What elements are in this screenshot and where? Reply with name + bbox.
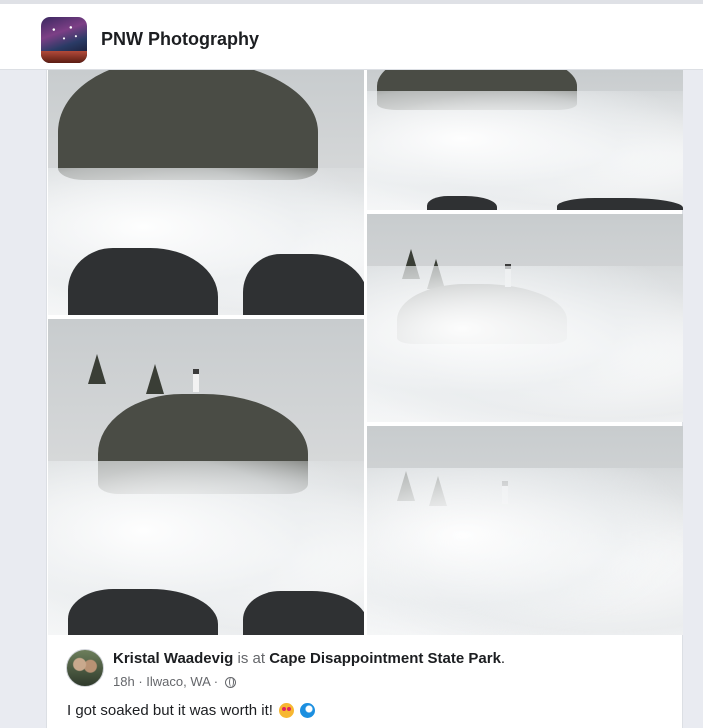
wave-spray (367, 266, 683, 422)
photo-1[interactable] (48, 70, 364, 315)
author-name-link[interactable]: Kristal Waadevig (113, 650, 233, 667)
location-link[interactable]: Cape Disappointment State Park (269, 650, 501, 667)
avatar[interactable] (66, 649, 104, 687)
photo-4[interactable] (48, 319, 364, 635)
foreground-rock (243, 591, 364, 635)
photo-5[interactable] (367, 426, 683, 635)
byline: Kristal Waadevig is at Cape Disappointme… (113, 650, 505, 667)
period: . (500, 650, 506, 667)
wave-spray (367, 467, 683, 635)
tree (146, 364, 164, 394)
group-avatar[interactable] (41, 17, 87, 63)
photo-2[interactable] (367, 70, 683, 210)
heart-eyes-emoji-icon (279, 703, 295, 718)
timestamp-link[interactable]: 18h (113, 674, 135, 689)
foreground-rock (427, 196, 497, 210)
lighthouse (193, 369, 199, 392)
sea-stack (58, 70, 318, 180)
wave-spray (367, 91, 683, 210)
tree (88, 354, 106, 384)
globe-icon[interactable] (224, 677, 236, 688)
post-meta: 18h · Ilwaco, WA · (113, 674, 236, 689)
foreground-rock (557, 198, 683, 210)
post-caption: I got soaked but it was worth it! (67, 702, 316, 719)
separator: · (138, 674, 143, 689)
foreground-rock (243, 254, 364, 315)
is-at-text: is at (237, 650, 266, 667)
post-footer: Kristal Waadevig is at Cape Disappointme… (47, 636, 684, 728)
wave-emoji-icon (300, 703, 316, 718)
stars-decoration (47, 23, 81, 45)
group-header: PNW Photography (0, 0, 703, 70)
separator: · (213, 674, 219, 689)
group-name-link[interactable]: PNW Photography (101, 29, 259, 50)
photo-3[interactable] (367, 214, 683, 422)
post-card: Kristal Waadevig is at Cape Disappointme… (46, 70, 683, 728)
caption-text: I got soaked but it was worth it! (67, 702, 273, 719)
place-text: Ilwaco, WA (146, 674, 211, 689)
